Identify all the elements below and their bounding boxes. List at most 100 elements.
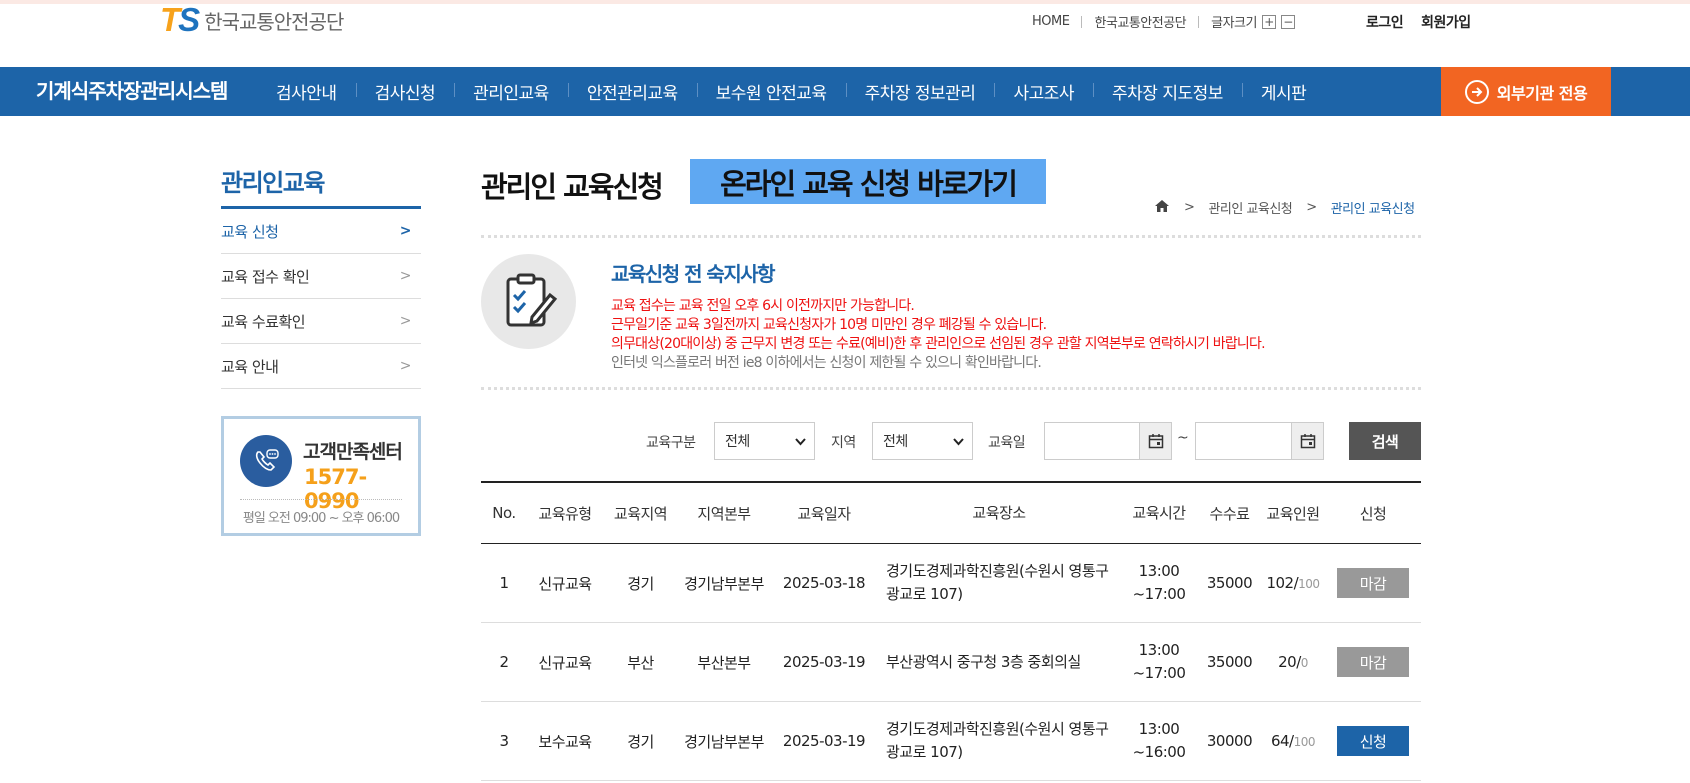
education-table: No. 교육유형 교육지역 지역본부 교육일자 교육장소 교육시간 수수료 교육… [481, 481, 1421, 781]
notice-title: 교육신청 전 숙지사항 [611, 262, 776, 286]
region-label: 지역 [831, 435, 856, 451]
breadcrumb: > 관리인 교육신청 > 관리인 교육신청 [1154, 198, 1415, 217]
org-link[interactable]: 한국교통안전공단 [1094, 12, 1186, 31]
calendar-icon[interactable] [1139, 423, 1171, 459]
cell-fee: 35000 [1206, 574, 1253, 592]
home-link[interactable]: HOME [1032, 14, 1070, 29]
divider [240, 499, 402, 500]
main-nav: 기계식주차장관리시스템 검사안내 검사신청 관리인교육 안전관리교육 보수원 안… [0, 67, 1690, 116]
count-max: 0 [1300, 656, 1309, 670]
cell-type: 보수교육 [538, 732, 592, 751]
notice-list: 교육 접수는 교육 전일 오후 6시 이전까지만 가능합니다. 근무일기준 교육… [611, 297, 1266, 373]
arrow-right-icon [1464, 79, 1489, 104]
education-type-select[interactable]: 전체 [714, 422, 815, 460]
cell-type: 신규교육 [538, 574, 592, 593]
cell-hq: 경기남부본부 [684, 732, 764, 751]
external-agency-button[interactable]: 외부기관 전용 [1441, 67, 1611, 116]
breadcrumb-item[interactable]: 관리인 교육신청 [1208, 198, 1292, 217]
time-start: 13:00 [1138, 641, 1180, 659]
closed-button[interactable]: 마감 [1337, 647, 1409, 677]
sidebar-item-apply[interactable]: 교육 신청 > [221, 209, 421, 254]
cell-count: 102/100 [1261, 574, 1325, 592]
cell-region: 경기 [627, 574, 654, 593]
online-education-apply-button[interactable]: 온라인 교육 신청 바로가기 [690, 159, 1046, 204]
divider [481, 387, 1421, 390]
divider [1198, 15, 1200, 28]
date-from-input[interactable] [1044, 422, 1172, 460]
cell-region: 경기 [627, 732, 654, 751]
nav-item-board[interactable]: 게시판 [1241, 79, 1325, 104]
calendar-icon[interactable] [1291, 423, 1323, 459]
utility-links: HOME 한국교통안전공단 글자크기 + − [1032, 12, 1295, 31]
cell-fee: 30000 [1206, 732, 1253, 750]
apply-button[interactable]: 신청 [1337, 726, 1409, 756]
table-row: 1 신규교육 경기 경기남부본부 2025-03-18 경기도경제과학진흥원(수… [481, 544, 1421, 623]
sidebar-title: 관리인교육 [221, 163, 421, 209]
chevron-down-icon [953, 435, 964, 449]
region-select[interactable]: 전체 [872, 422, 973, 460]
sidebar-item-label: 교육 신청 [221, 222, 279, 241]
column-header: 교육일자 [797, 504, 851, 523]
sidebar-item-label: 교육 수료확인 [221, 312, 306, 331]
chevron-right-icon: > [1306, 200, 1317, 215]
cell-apply: 마감 [1325, 568, 1421, 598]
nav-item-accident-investigation[interactable]: 사고조사 [994, 79, 1093, 104]
auth-links: 로그인 회원가입 [1366, 12, 1471, 32]
external-agency-label: 외부기관 전용 [1496, 83, 1588, 103]
time-start: 13:00 [1138, 562, 1180, 580]
notice-line: 교육 접수는 교육 전일 오후 6시 이전까지만 가능합니다. [611, 298, 915, 314]
home-icon[interactable] [1154, 199, 1170, 217]
cell-fee: 35000 [1206, 653, 1253, 671]
login-link[interactable]: 로그인 [1366, 12, 1404, 32]
cell-count: 64/100 [1261, 732, 1325, 750]
customer-center-hours: 평일 오전 09:00 ~ 오후 06:00 [242, 511, 400, 526]
table-row: 3 보수교육 경기 경기남부본부 2025-03-19 경기도경제과학진흥원(수… [481, 702, 1421, 781]
date-to-input[interactable] [1195, 422, 1324, 460]
nav-item-inspection-guide[interactable]: 검사안내 [257, 79, 356, 104]
chevron-right-icon: > [399, 358, 412, 374]
chevron-right-icon: > [399, 223, 412, 239]
closed-button[interactable]: 마감 [1337, 568, 1409, 598]
breadcrumb-current: 관리인 교육신청 [1330, 202, 1415, 217]
cell-time: 13:00 ~17:00 [1120, 560, 1198, 606]
cell-no: 3 [499, 732, 509, 750]
cell-time: 13:00 ~16:00 [1120, 718, 1198, 764]
chevron-down-icon [795, 435, 806, 449]
logo-text: 한국교통안전공단 [204, 9, 344, 34]
count-max: 100 [1298, 577, 1320, 591]
page-title: 관리인 교육신청 [481, 170, 664, 204]
count-value: 64/ [1270, 732, 1294, 750]
cell-hq: 부산본부 [697, 653, 751, 672]
search-button[interactable]: 검색 [1349, 422, 1421, 460]
column-header: 교육장소 [972, 503, 1026, 522]
divider [1081, 15, 1083, 28]
sidebar-item-completion-check[interactable]: 교육 수료확인 > [221, 299, 421, 344]
cell-apply: 마감 [1325, 647, 1421, 677]
phone-chat-icon [240, 435, 292, 487]
nav-item-parking-map[interactable]: 주차장 지도정보 [1093, 79, 1242, 104]
font-decrease-button[interactable]: − [1280, 14, 1295, 29]
customer-center-title: 고객만족센터 [303, 441, 403, 463]
nav-item-safety-education[interactable]: 안전관리교육 [567, 79, 697, 104]
nav-item-manager-education[interactable]: 관리인교육 [454, 79, 568, 104]
cell-place: 경기도경제과학진흥원(수원시 영통구 광교로 107) [886, 562, 1109, 603]
logo[interactable]: TS 한국교통안전공단 [160, 3, 344, 36]
sidebar-item-label: 교육 안내 [221, 357, 279, 376]
font-increase-button[interactable]: + [1261, 14, 1276, 29]
cell-place: 부산광역시 중구청 3층 중회의실 [886, 652, 1081, 671]
column-header: 지역본부 [697, 504, 751, 523]
cell-no: 1 [499, 574, 509, 592]
nav-item-maintenance-education[interactable]: 보수원 안전교육 [696, 79, 846, 104]
signup-link[interactable]: 회원가입 [1421, 12, 1471, 32]
cell-time: 13:00 ~17:00 [1120, 639, 1198, 685]
font-size-label: 글자크기 [1211, 16, 1257, 31]
nav-item-inspection-apply[interactable]: 검사신청 [355, 79, 455, 104]
cell-hq: 경기남부본부 [684, 574, 764, 593]
nav-item-parking-info[interactable]: 주차장 정보관리 [845, 79, 995, 104]
clipboard-check-icon [481, 254, 576, 349]
system-title[interactable]: 기계식주차장관리시스템 [36, 67, 228, 116]
sidebar-item-receipt-check[interactable]: 교육 접수 확인 > [221, 254, 421, 299]
column-header: No. [492, 504, 516, 522]
sidebar-item-education-guide[interactable]: 교육 안내 > [221, 344, 421, 389]
notice-line: 근무일기준 교육 3일전까지 교육신청자가 10명 미만인 경우 폐강될 수 있… [611, 317, 1047, 333]
